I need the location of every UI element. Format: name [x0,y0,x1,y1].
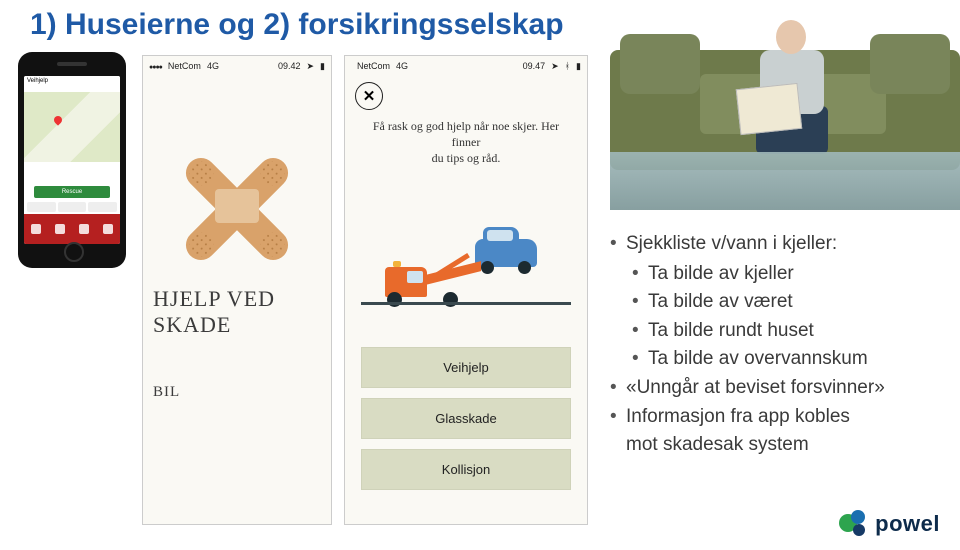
app2-heading: Hjelp ved skade [153,286,331,338]
list-item-glasskade[interactable]: Glasskade [361,398,571,439]
tow-truck-illustration [345,179,587,339]
newspaper-icon [736,83,802,135]
person-on-sofa [730,20,850,160]
app3-description: Få rask og god hjelp når noe skjer. Her … [365,118,567,167]
status-bar: NetCom 4G 09.47 ➤ ᚼ ▮ [345,56,587,76]
bullet-sub: Ta bilde av overvannskum [610,345,940,373]
flood-photo [610,0,960,210]
list-item-kollisjon[interactable]: Kollisjon [361,449,571,490]
bullet-list: Sjekkliste v/vann i kjeller: Ta bilde av… [610,230,940,460]
phone-speaker [57,62,87,66]
location-icon: ➤ [307,61,315,72]
segmented-control[interactable] [27,202,117,212]
flood-water [610,152,960,210]
powel-logo-text: powel [875,511,940,537]
powel-logo: powel [839,510,940,538]
bullet-sub: Ta bilde av været [610,288,940,316]
status-bar: NetCom 4G 09.42 ➤ ▮ [143,56,331,76]
phone-mockup: Veihjelp Rescue [18,52,126,268]
map-area [24,92,120,162]
home-button-icon[interactable] [64,242,84,262]
slide-title: 1) Huseierne og 2) forsikringsselskap [30,8,564,42]
time-label: 09.42 [278,61,301,71]
app-card-hjelp-ved-skade: NetCom 4G 09.42 ➤ ▮ Hjelp ved skade Bil [142,55,332,525]
powel-logo-icon [839,510,867,538]
bullet-sub: Ta bilde rundt huset [610,317,940,345]
rescue-button[interactable]: Rescue [34,186,110,198]
network-label: 4G [396,61,408,71]
close-button[interactable]: ✕ [355,82,383,110]
signal-icon [149,61,162,71]
battery-icon: ▮ [576,61,581,72]
carrier-label: NetCom [357,61,390,71]
road-line [361,302,571,305]
bandage-icon [177,146,297,266]
bullet-line: «Unngår at beviset forsvinner» [610,374,940,402]
time-label: 09.47 [523,61,546,71]
tow-truck-icon [385,245,515,305]
app2-category: Bil [153,384,331,401]
phone-screen: Veihjelp Rescue [24,76,120,244]
bluetooth-icon: ᚼ [565,61,570,71]
close-icon: ✕ [363,87,376,105]
carrier-label: NetCom [168,61,201,71]
phone-tabbar[interactable] [24,214,120,244]
network-label: 4G [207,61,219,71]
bullet-sub: Ta bilde av kjeller [610,260,940,288]
bullet-line: Informasjon fra app kobles mot skadesak … [610,403,940,458]
phone-screen-header: Veihjelp [24,76,120,92]
list-item-veihjelp[interactable]: Veihjelp [361,347,571,388]
battery-icon: ▮ [320,61,325,72]
location-icon: ➤ [551,61,559,72]
bullet-heading: Sjekkliste v/vann i kjeller: [610,230,940,258]
app-card-bil: NetCom 4G 09.47 ➤ ᚼ ▮ ✕ Få rask og god h… [344,55,588,525]
